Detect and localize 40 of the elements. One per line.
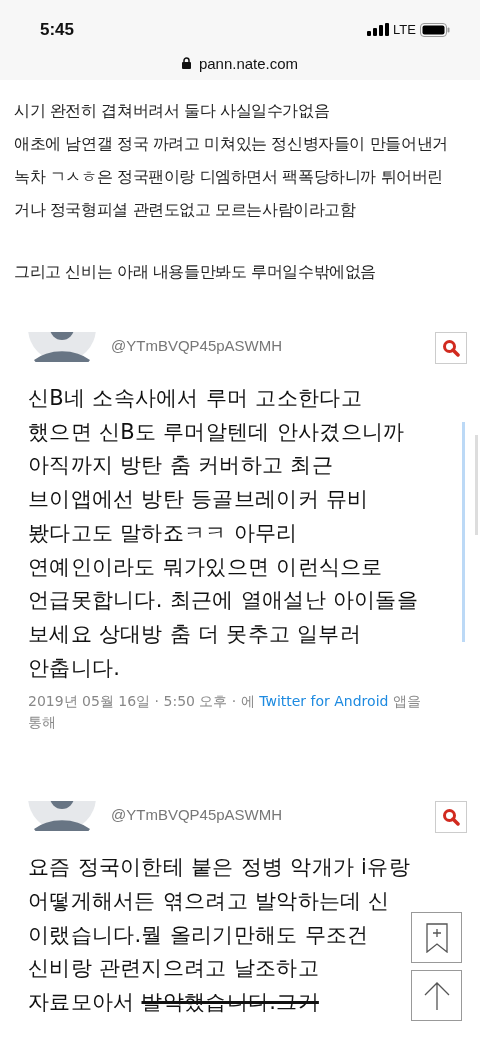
avatar-icon <box>28 332 96 362</box>
bookmark-icon <box>425 922 448 953</box>
tweet-text: 언급못합니다. 최근에 열애설난 아이돌을 <box>28 588 418 613</box>
status-time: 5:45 <box>40 20 75 41</box>
tweet-text: 봤다고도 말하죠ㅋㅋ 아무리 <box>28 520 298 545</box>
post-text: 애초에 남연갤 정국 까려고 미쳐있는 정신병자들이 만들어낸거 <box>14 133 449 155</box>
lock-icon <box>181 57 191 69</box>
tweet-timestamp: 2019년 05월 16일 · 5:50 오후 · 에 Twitter for Android 앱을 통해 <box>28 692 422 733</box>
tweet-text: 신비랑 관련지으려고 날조하고 <box>28 956 319 981</box>
tweet-text: 신B네 소속사에서 루머 고소한다고 <box>28 386 362 410</box>
tweet-text: 연예인이라도 뭐가있으면 이런식으로 <box>28 554 383 579</box>
tweet-handle: @YTmBVQP45pASWMH <box>111 805 283 823</box>
search-icon <box>442 339 460 357</box>
tweet-handle: @YTmBVQP45pASWMH <box>111 336 283 354</box>
tweet-text: 아직까지 방탄 춤 커버하고 최근 <box>28 453 333 478</box>
post-text: 시기 완전히 겹쳐버려서 둘다 사실일수가없음 <box>14 100 331 122</box>
tweet-text: 했으면 신B도 루머알텐데 안사겼으니까 <box>28 419 405 444</box>
signal-icon <box>367 23 390 36</box>
source-link[interactable]: Twitter for Android <box>259 693 389 710</box>
post-text: 녹차 ㄱㅅㅎ은 정국팬이랑 디엠하면서 팩폭당하니까 튀어버린 <box>14 166 445 188</box>
tweet-text: 어떻게해서든 엮으려고 발악하는데 신 <box>28 889 390 914</box>
tweet-text: 요즘 정국이한테 붙은 정병 악개가 i유랑 <box>28 855 410 880</box>
tweet-text: 브이앱에선 방탄 등골브레이커 뮤비 <box>28 487 369 512</box>
search-icon <box>442 808 460 827</box>
tweet-text: 안춥니다. <box>28 655 121 680</box>
struck-text: 발악했습니다.그거 <box>141 990 319 1015</box>
page-url[interactable]: pann.nate.com <box>198 54 299 72</box>
up-arrow-icon <box>423 980 450 1011</box>
battery-icon <box>420 22 450 37</box>
network-label: LTE <box>393 22 416 37</box>
avatar-icon <box>28 801 96 832</box>
tweet-text: 자료모아서 <box>28 990 136 1015</box>
post-text: 그리고 신비는 아래 내용들만봐도 루머일수밖에없음 <box>14 261 377 283</box>
bookmark-button[interactable] <box>411 912 462 963</box>
search-button[interactable] <box>435 332 467 364</box>
tweet-text: 보세요 상대방 춤 더 못추고 일부러 <box>28 621 362 646</box>
tweet-text: 이랬습니다.뭘 올리기만해도 무조건 <box>28 922 369 947</box>
search-button[interactable] <box>435 801 467 834</box>
scroll-top-button[interactable] <box>411 970 462 1021</box>
post-text: 거나 정국형피셜 관련도없고 모르는사람이라고함 <box>14 199 357 221</box>
